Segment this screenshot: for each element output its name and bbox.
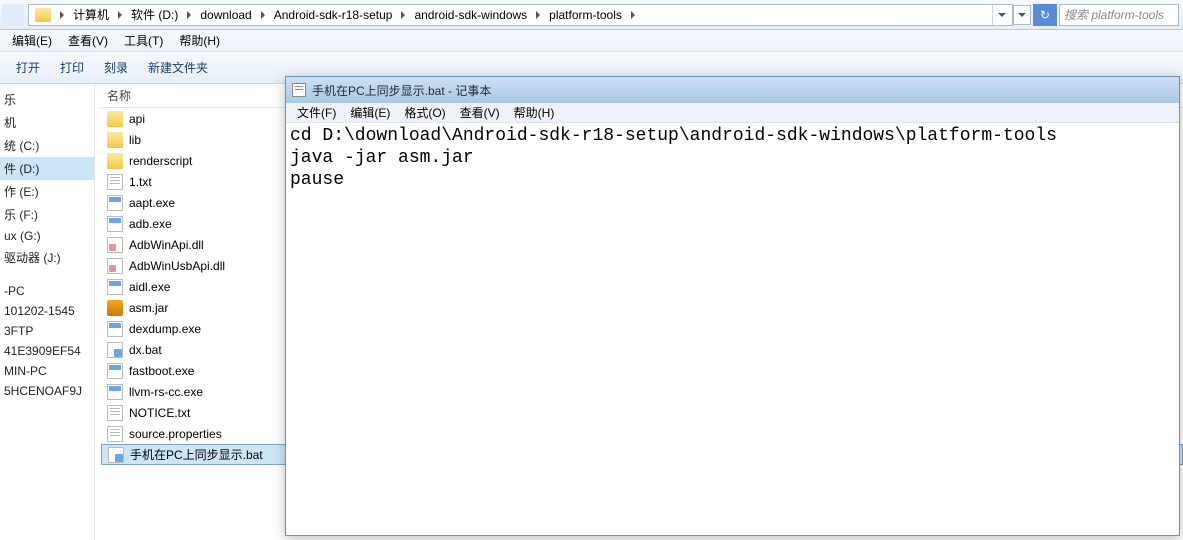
chevron-down-icon (1018, 13, 1026, 17)
notepad-icon (292, 83, 306, 97)
address-bar: 计算机软件 (D:) download Android-sdk-r18-setup a… (0, 0, 1183, 30)
breadcrumb-item[interactable]: Android-sdk-r18-setup (270, 5, 397, 25)
breadcrumb-item[interactable]: platform-tools (545, 5, 626, 25)
chevron-right-icon (261, 11, 265, 19)
exe-icon (107, 279, 123, 295)
nav-item[interactable]: 5HCENOAF9J (0, 381, 94, 401)
file-name: AdbWinApi.dll (129, 238, 204, 252)
file-name: NOTICE.txt (129, 406, 190, 420)
exe-icon (107, 321, 123, 337)
dll-icon (107, 258, 123, 274)
nav-item[interactable]: 作 (E:) (0, 180, 94, 203)
menu-edit[interactable]: 编辑(E) (4, 30, 60, 51)
folder-icon (107, 132, 123, 148)
file-name: llvm-rs-cc.exe (129, 385, 203, 399)
nav-back-button[interactable] (2, 4, 24, 26)
file-name: adb.exe (129, 217, 172, 231)
chevron-right-icon (187, 11, 191, 19)
nav-item[interactable]: 机 (0, 111, 94, 134)
toolbar-burn[interactable]: 刻录 (94, 55, 138, 80)
chevron-down-icon (998, 13, 1006, 17)
nav-item[interactable]: 乐 (F:) (0, 203, 94, 226)
file-name: fastboot.exe (129, 364, 194, 378)
file-name: aidl.exe (129, 280, 170, 294)
nav-item[interactable]: 41E3909EF54 (0, 341, 94, 361)
notepad-titlebar[interactable]: 手机在PC上同步显示.bat - 记事本 (286, 77, 1179, 103)
file-name: aapt.exe (129, 196, 175, 210)
chevron-right-icon (401, 11, 405, 19)
nav-item[interactable]: -PC (0, 281, 94, 301)
chevron-right-icon (60, 11, 64, 19)
file-name: renderscript (129, 154, 192, 168)
file-name: asm.jar (129, 301, 168, 315)
np-menu-format[interactable]: 格式(O) (397, 103, 452, 122)
breadcrumb-item[interactable]: android-sdk-windows (410, 5, 531, 25)
exe-icon (107, 384, 123, 400)
notepad-title-text: 手机在PC上同步显示.bat - 记事本 (312, 82, 491, 99)
path-dropdown-button[interactable] (992, 5, 1010, 25)
nav-item[interactable]: 统 (C:) (0, 134, 94, 157)
refresh-button[interactable]: ↻ (1033, 4, 1057, 26)
breadcrumb-item[interactable]: 计算机 (69, 5, 113, 25)
file-name: api (129, 112, 145, 126)
nav-item[interactable]: 乐 (0, 88, 94, 111)
notepad-menu: 文件(F) 编辑(E) 格式(O) 查看(V) 帮助(H) (286, 103, 1179, 123)
file-name: 手机在PC上同步显示.bat (130, 446, 263, 463)
navigation-pane: 乐机统 (C:)件 (D:)作 (E:)乐 (F:)ux (G:)驱动器 (J:… (0, 84, 95, 540)
np-menu-view[interactable]: 查看(V) (453, 103, 507, 122)
file-name: lib (129, 133, 141, 147)
jar-icon (107, 300, 123, 316)
chevron-right-icon (118, 11, 122, 19)
np-menu-edit[interactable]: 编辑(E) (343, 103, 397, 122)
exe-icon (107, 216, 123, 232)
nav-item[interactable]: MIN-PC (0, 361, 94, 381)
notepad-content[interactable]: cd D:\download\Android-sdk-r18-setup\and… (286, 123, 1179, 193)
breadcrumb-path[interactable]: 计算机软件 (D:) download Android-sdk-r18-setup a… (28, 4, 1013, 26)
menu-view[interactable]: 查看(V) (60, 30, 116, 51)
folder-icon (107, 153, 123, 169)
chevron-right-icon (631, 11, 635, 19)
nav-item[interactable]: 3FTP (0, 321, 94, 341)
folder-icon (107, 111, 123, 127)
file-name: dx.bat (129, 343, 162, 357)
nav-item[interactable]: 驱动器 (J:) (0, 246, 94, 269)
np-menu-file[interactable]: 文件(F) (290, 103, 343, 122)
notepad-window: 手机在PC上同步显示.bat - 记事本 文件(F) 编辑(E) 格式(O) 查… (285, 76, 1180, 536)
breadcrumb-item[interactable]: 软件 (D:) (127, 5, 182, 25)
file-name: dexdump.exe (129, 322, 201, 336)
bat-icon (107, 342, 123, 358)
exe-icon (107, 195, 123, 211)
menu-help[interactable]: 帮助(H) (171, 30, 228, 51)
nav-item[interactable]: 101202-1545 (0, 301, 94, 321)
toolbar-newfolder[interactable]: 新建文件夹 (138, 55, 218, 80)
explorer-menu: 编辑(E) 查看(V) 工具(T) 帮助(H) (0, 30, 1183, 52)
menu-tools[interactable]: 工具(T) (116, 30, 171, 51)
nav-item[interactable]: 件 (D:) (0, 157, 94, 180)
file-name: AdbWinUsbApi.dll (129, 259, 225, 273)
toolbar-print[interactable]: 打印 (50, 55, 94, 80)
txt-icon (107, 426, 123, 442)
bat-icon (108, 447, 124, 463)
toolbar-open[interactable]: 打开 (6, 55, 50, 80)
search-input[interactable]: 搜索 platform-tools (1059, 4, 1179, 26)
folder-icon (35, 8, 51, 22)
exe-icon (107, 363, 123, 379)
history-dropdown-button[interactable] (1013, 5, 1031, 25)
file-name: 1.txt (129, 175, 152, 189)
chevron-right-icon (536, 11, 540, 19)
txt-icon (107, 405, 123, 421)
search-placeholder: 搜索 platform-tools (1064, 6, 1164, 23)
nav-item[interactable]: ux (G:) (0, 226, 94, 246)
dll-icon (107, 237, 123, 253)
txt-icon (107, 174, 123, 190)
file-name: source.properties (129, 427, 222, 441)
np-menu-help[interactable]: 帮助(H) (507, 103, 562, 122)
breadcrumb-item[interactable]: download (196, 5, 255, 25)
